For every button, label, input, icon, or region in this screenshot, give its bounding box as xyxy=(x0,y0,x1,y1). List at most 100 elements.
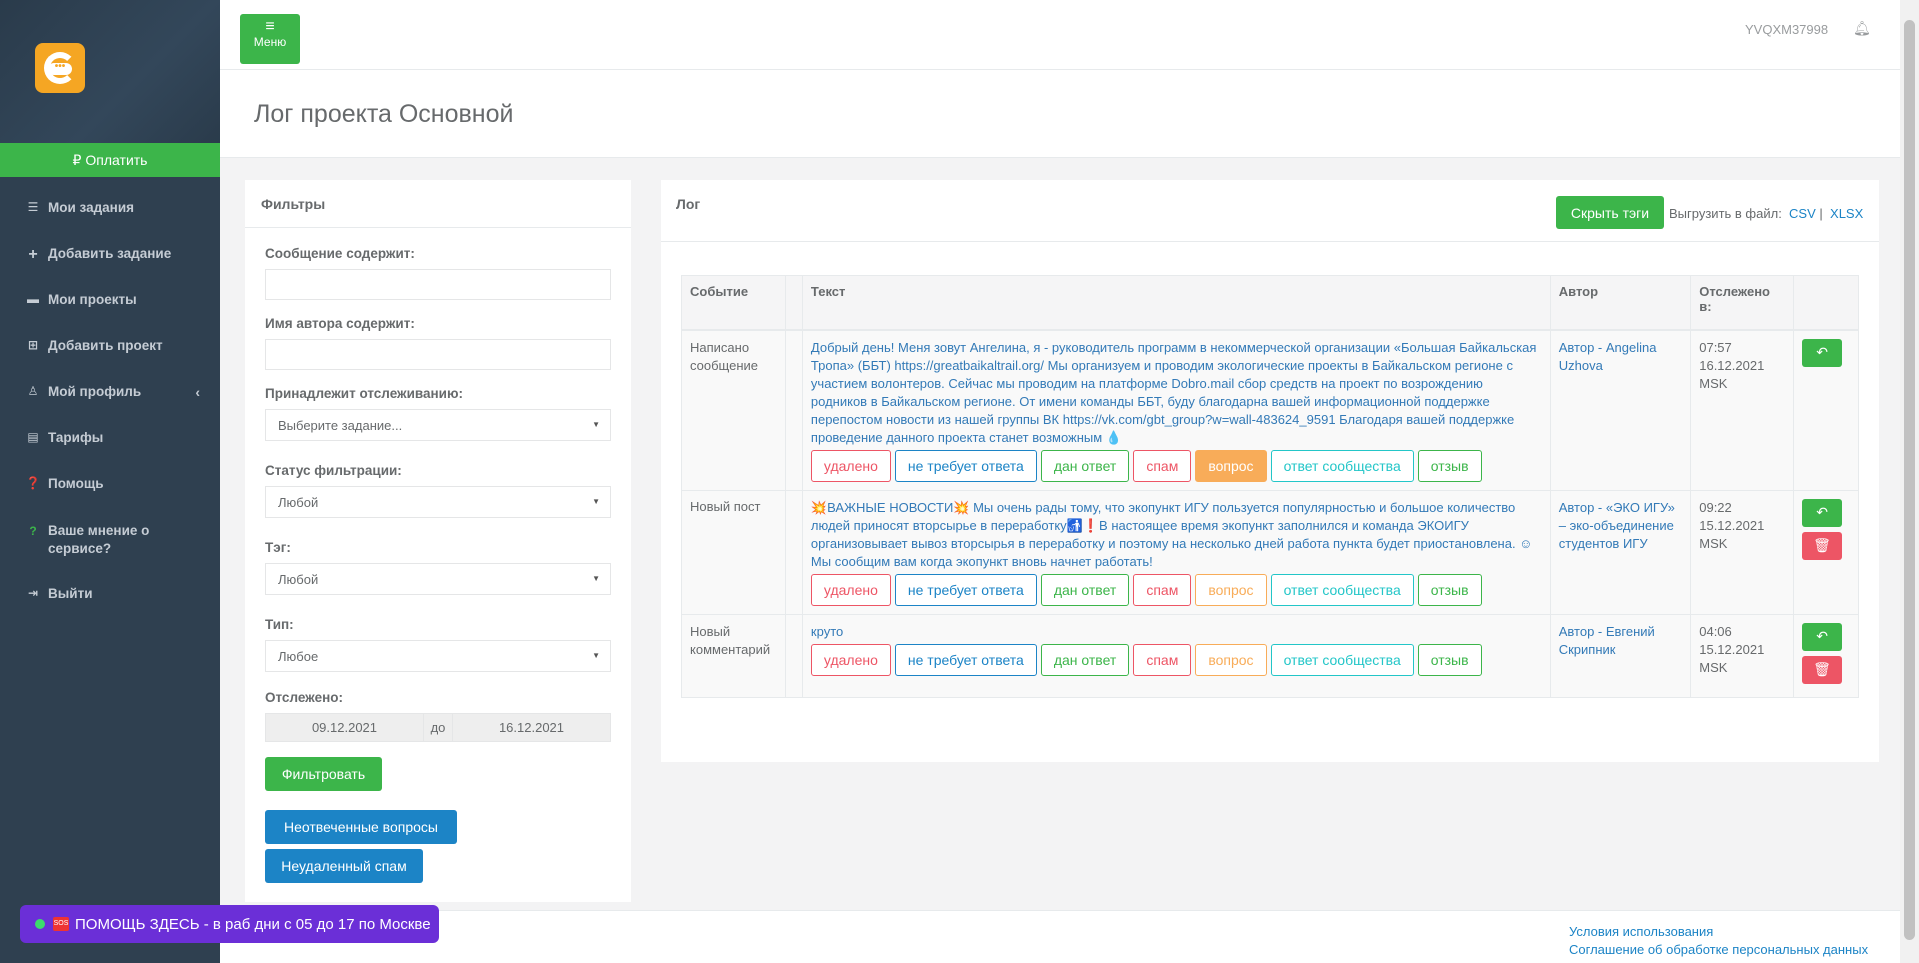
delete-button[interactable]: 🗑︎ xyxy=(1802,531,1843,560)
sidebar-item-my-tasks[interactable]: ☰ Мои задания xyxy=(0,186,220,232)
tracked-filter-label: Отслежено: xyxy=(265,690,343,705)
tracked-time: 07:57 xyxy=(1699,339,1732,355)
menu-button[interactable]: ≡ Меню xyxy=(240,14,300,64)
date-separator: до xyxy=(423,714,453,741)
status-select-value: Любой xyxy=(278,494,319,510)
tag-community-reply-button[interactable]: ответ сообщества xyxy=(1270,643,1414,676)
undeleted-spam-button[interactable]: Неудаленный спам xyxy=(265,849,423,883)
tag-spam-button[interactable]: спам xyxy=(1133,573,1192,606)
tag-no-reply-needed-button[interactable]: не требует ответа xyxy=(894,449,1037,482)
tag-select[interactable]: Любой ▼ xyxy=(265,563,611,595)
text-cell: круто удалено не требует ответа дан отве… xyxy=(801,613,1551,698)
caret-down-icon: ▼ xyxy=(592,420,600,429)
sidebar-item-add-project[interactable]: ⊞ Добавить проект xyxy=(0,324,220,370)
sidebar-item-logout[interactable]: ⇥ Выйти xyxy=(0,572,220,618)
sidebar-item-add-task[interactable]: + Добавить задание xyxy=(0,232,220,278)
tag-spam-button[interactable]: спам xyxy=(1133,643,1192,676)
caret-down-icon: ▼ xyxy=(592,651,600,660)
tag-no-reply-needed-button[interactable]: не требует ответа xyxy=(894,643,1037,676)
tag-community-reply-button[interactable]: ответ сообщества xyxy=(1270,449,1414,482)
column-header-tracked: Отслежено в: xyxy=(1690,275,1795,331)
question-circle-icon: ❓ xyxy=(25,476,41,490)
table-row: Новый комментарий круто удалено не требу… xyxy=(681,613,1859,698)
delete-button[interactable]: 🗑︎ xyxy=(1802,655,1843,684)
message-text-link[interactable]: круто xyxy=(811,624,843,639)
sidebar-item-label: Мои задания xyxy=(48,200,134,215)
message-text-link[interactable]: 💥ВАЖНЫЕ НОВОСТИ💥 Мы очень рады тому, что… xyxy=(811,500,1533,569)
reply-button[interactable]: ↶ xyxy=(1802,622,1843,651)
column-header-text: Текст xyxy=(801,275,1551,331)
menu-button-label: Меню xyxy=(253,35,287,49)
tag-deleted-button[interactable]: удалено xyxy=(810,643,891,676)
type-filter-label: Тип: xyxy=(265,617,294,632)
export-xlsx-link[interactable]: XLSX xyxy=(1830,206,1863,221)
scrollbar-thumb[interactable] xyxy=(1904,20,1915,940)
filter-button[interactable]: Фильтровать xyxy=(265,757,382,791)
briefcase-icon: ▬ xyxy=(27,292,39,306)
author-link[interactable]: Автор - Евгений Скрипник xyxy=(1559,624,1655,657)
sidebar-item-profile[interactable]: ♙ Мой профиль ‹ xyxy=(0,370,220,416)
user-id[interactable]: YVQXM37998 xyxy=(1745,22,1828,37)
reply-button[interactable]: ↶ xyxy=(1802,338,1843,367)
hide-tags-button[interactable]: Скрыть тэги xyxy=(1556,196,1664,229)
tag-review-button[interactable]: отзыв xyxy=(1417,643,1482,676)
tag-answered-button[interactable]: дан ответ xyxy=(1040,449,1130,482)
tracked-cell: 07:57 16.12.2021 MSK xyxy=(1690,329,1795,491)
column-header-event: Событие xyxy=(681,275,786,331)
tag-buttons: удалено не требует ответа дан ответ спам… xyxy=(810,449,1542,482)
tag-deleted-button[interactable]: удалено xyxy=(810,449,891,482)
sidebar-item-feedback[interactable]: ? Ваше мнение о сервисе? xyxy=(0,508,220,572)
unanswered-questions-button[interactable]: Неотвеченные вопросы xyxy=(265,810,457,844)
actions-cell: ↶ 🗑︎ xyxy=(1793,489,1859,615)
online-status-icon xyxy=(35,919,45,929)
reply-button[interactable]: ↶ xyxy=(1802,498,1843,527)
author-filter-input[interactable] xyxy=(265,339,611,370)
tag-review-button[interactable]: отзыв xyxy=(1417,573,1482,606)
tag-filter-label: Тэг: xyxy=(265,540,291,555)
tag-question-button[interactable]: вопрос xyxy=(1195,643,1267,676)
tracked-time: 09:22 xyxy=(1699,499,1732,515)
privacy-link[interactable]: Соглашение об обработке персональных дан… xyxy=(1569,942,1868,957)
pay-button[interactable]: ₽ Оплатить xyxy=(0,143,220,177)
tracked-timezone: MSK xyxy=(1699,535,1728,551)
tag-buttons: удалено не требует ответа дан ответ спам… xyxy=(810,573,1542,606)
type-select[interactable]: Любое ▼ xyxy=(265,640,611,672)
tracking-select[interactable]: Выберите задание... ▼ xyxy=(265,409,611,441)
type-select-value: Любое xyxy=(278,648,319,664)
terms-link[interactable]: Условия использования xyxy=(1569,924,1713,939)
ruble-icon: ₽ xyxy=(72,151,82,168)
help-chat-widget[interactable]: SOS ПОМОЩЬ ЗДЕСЬ - в раб дни с 05 до 17 … xyxy=(20,905,439,943)
sidebar-item-tariffs[interactable]: ▤ Тарифы xyxy=(0,416,220,462)
sidebar-item-my-projects[interactable]: ▬ Мои проекты xyxy=(0,278,220,324)
actions-cell: ↶ 🗑︎ xyxy=(1793,613,1859,698)
event-cell: Новый пост xyxy=(681,489,786,615)
tag-question-button[interactable]: вопрос xyxy=(1195,449,1267,482)
tag-no-reply-needed-button[interactable]: не требует ответа xyxy=(894,573,1037,606)
tag-community-reply-button[interactable]: ответ сообщества xyxy=(1270,573,1414,606)
tag-answered-button[interactable]: дан ответ xyxy=(1040,643,1130,676)
pay-button-label: Оплатить xyxy=(85,152,148,168)
status-select[interactable]: Любой ▼ xyxy=(265,486,611,518)
export-csv-link[interactable]: CSV xyxy=(1789,206,1816,221)
date-to-input[interactable]: 16.12.2021 xyxy=(453,714,610,741)
tag-answered-button[interactable]: дан ответ xyxy=(1040,573,1130,606)
author-link[interactable]: Автор - Angelina Uzhova xyxy=(1559,340,1657,373)
message-filter-input[interactable] xyxy=(265,269,611,300)
tag-question-button[interactable]: вопрос xyxy=(1195,573,1267,606)
caret-down-icon: ▼ xyxy=(592,497,600,506)
bell-icon[interactable]: 🔔︎ xyxy=(1853,20,1871,37)
author-link[interactable]: Автор - «ЭКО ИГУ» – эко-объединение студ… xyxy=(1559,500,1675,551)
tag-deleted-button[interactable]: удалено xyxy=(810,573,891,606)
logo[interactable]: ••• xyxy=(35,43,85,93)
export-links: Выгрузить в файл: CSV | XLSX xyxy=(1669,206,1863,221)
sidebar-item-label: Помощь xyxy=(48,476,104,491)
tag-review-button[interactable]: отзыв xyxy=(1417,449,1482,482)
table-icon: ▤ xyxy=(27,430,39,444)
author-cell: Автор - Евгений Скрипник xyxy=(1549,613,1692,698)
scrollbar[interactable] xyxy=(1900,0,1919,963)
date-from-input[interactable]: 09.12.2021 xyxy=(266,714,423,741)
user-icon: ♙ xyxy=(27,384,39,398)
tag-spam-button[interactable]: спам xyxy=(1133,449,1192,482)
message-text-link[interactable]: Добрый день! Меня зовут Ангелина, я - ру… xyxy=(811,340,1537,445)
sidebar-item-help[interactable]: ❓ Помощь xyxy=(0,462,220,508)
